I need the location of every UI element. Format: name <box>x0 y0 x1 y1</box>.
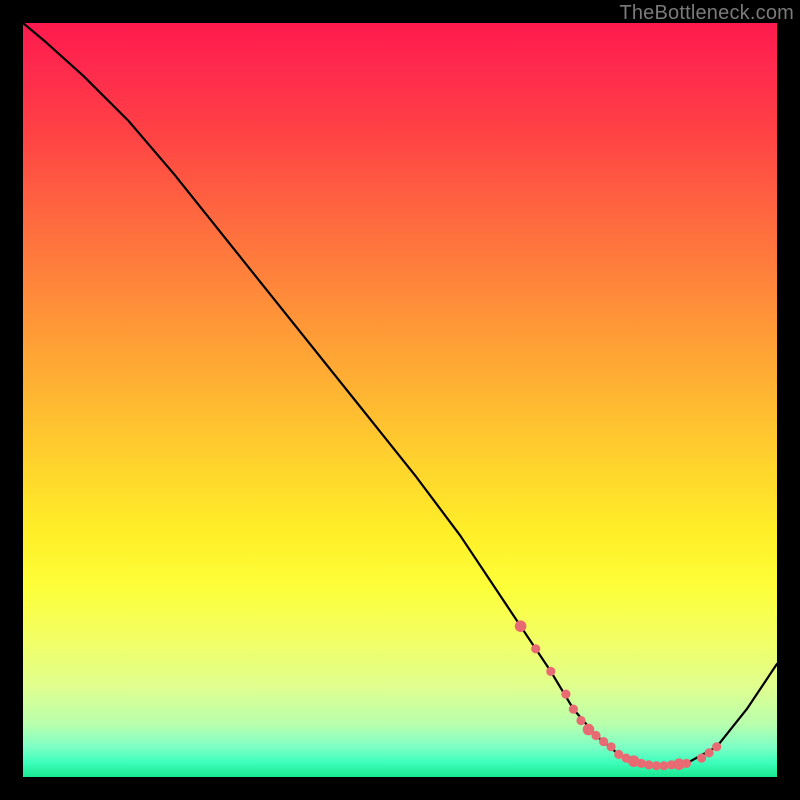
chart-svg <box>23 23 777 777</box>
chart-plot-area <box>23 23 777 777</box>
marker-dot <box>531 644 540 653</box>
marker-dot <box>569 705 578 714</box>
marker-dot <box>576 716 585 725</box>
marker-dot <box>546 667 555 676</box>
flat-region-markers <box>515 620 722 770</box>
marker-dot <box>705 748 714 757</box>
marker-dot <box>607 742 616 751</box>
watermark-text: TheBottleneck.com <box>619 2 794 25</box>
marker-dot <box>591 731 600 740</box>
chart-stage: TheBottleneck.com <box>0 0 800 800</box>
marker-dot <box>697 754 706 763</box>
marker-dot <box>682 759 691 768</box>
marker-dot <box>515 620 527 632</box>
marker-dot <box>599 737 608 746</box>
marker-dot <box>561 690 570 699</box>
marker-dot <box>712 742 721 751</box>
bottleneck-curve <box>23 23 777 766</box>
